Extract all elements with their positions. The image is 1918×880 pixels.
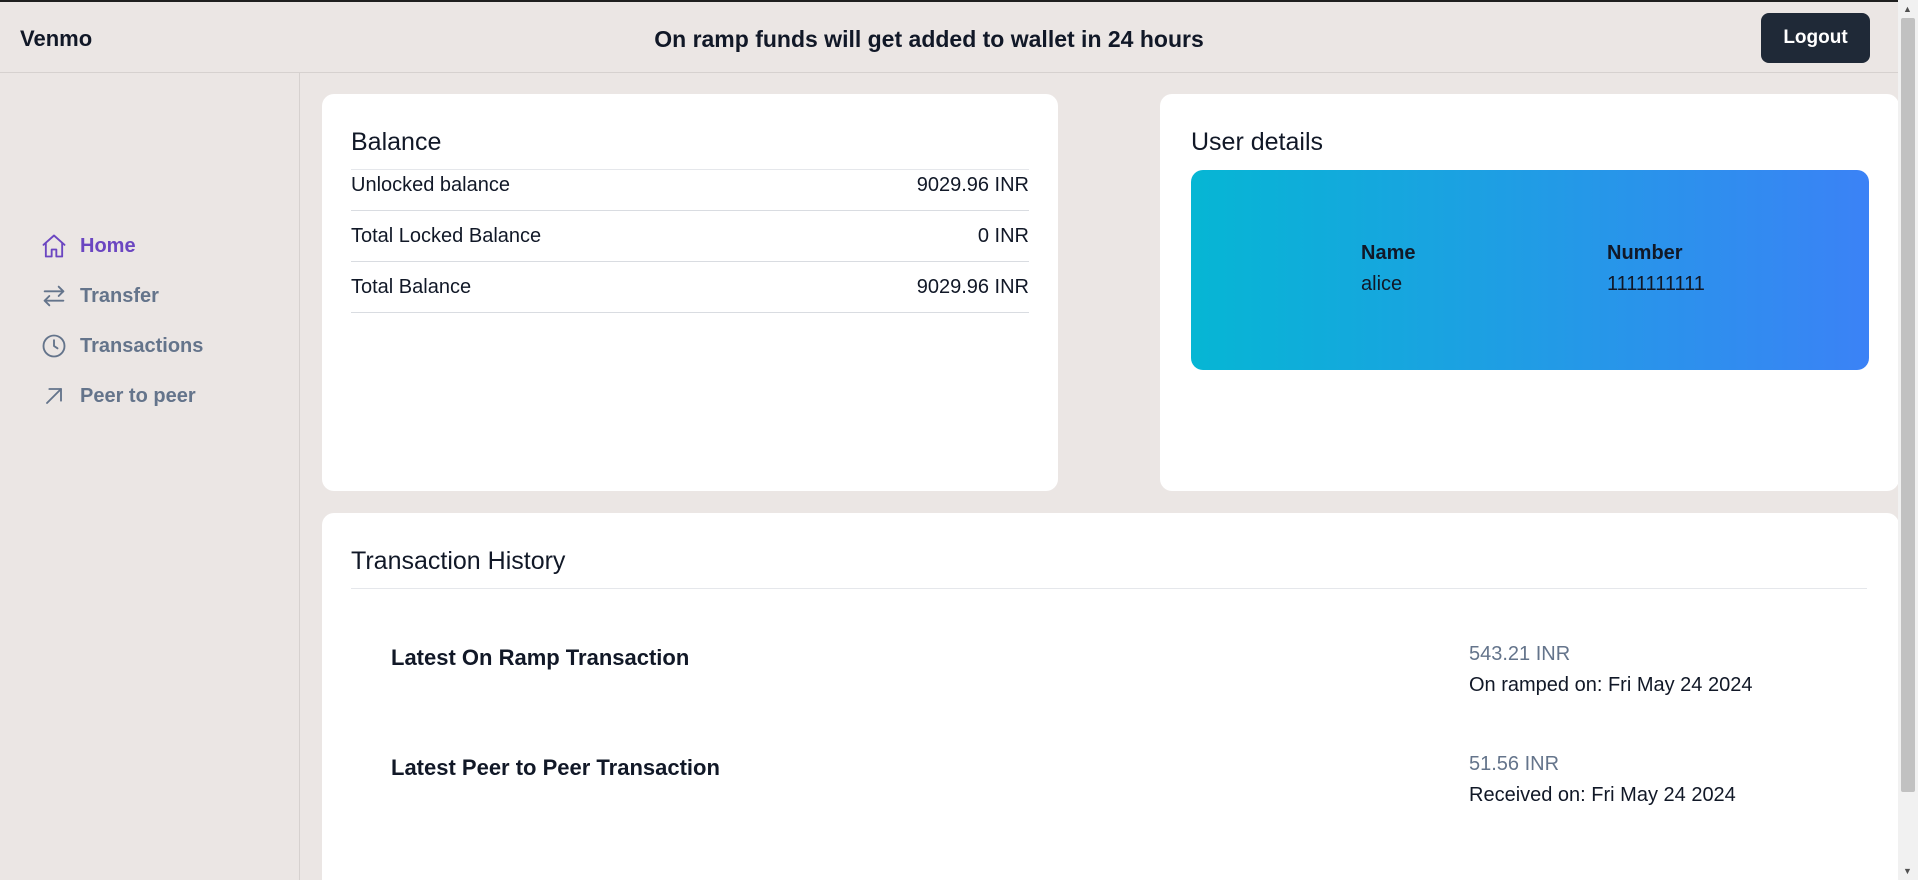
clock-icon: [42, 334, 66, 358]
top-bar: Venmo On ramp funds will get added to wa…: [0, 0, 1898, 73]
announcement-banner: On ramp funds will get added to wallet i…: [654, 26, 1204, 52]
number-header: Number: [1607, 242, 1683, 264]
balance-label: Total Locked Balance: [351, 224, 542, 247]
transaction-date: Received on: Fri May 24 2024: [1469, 784, 1736, 806]
on-ramp-transaction-label: Latest On Ramp Transaction: [391, 645, 690, 670]
user-details-title: User details: [1191, 128, 1323, 156]
balance-value: 9029.96 INR: [916, 174, 1029, 196]
sidebar-item-label: Transfer: [80, 284, 159, 307]
sidebar-item-peer-to-peer[interactable]: Peer to peer: [40, 371, 203, 421]
scroll-up-icon[interactable]: ▲: [1903, 4, 1912, 14]
sidebar-item-label: Home: [80, 234, 136, 257]
name-value: alice: [1361, 273, 1403, 295]
balance-row-unlocked: Unlocked balance 9029.96 INR: [351, 170, 1029, 211]
arrow-up-right-icon: [46, 388, 62, 404]
transaction-history-title: Transaction History: [351, 547, 566, 575]
balance-row-locked: Total Locked Balance 0 INR: [351, 211, 1029, 262]
transaction-date: On ramped on: Fri May 24 2024: [1469, 674, 1753, 696]
user-details-panel: Name alice Number 1111111111: [1191, 170, 1869, 370]
balance-value: 9029.96 INR: [916, 275, 1029, 298]
balance-label: Total Balance: [351, 275, 472, 298]
sidebar-item-label: Peer to peer: [80, 384, 196, 407]
transaction-amount: 51.56 INR: [1469, 753, 1560, 775]
name-header: Name: [1361, 242, 1416, 264]
sidebar-item-transactions[interactable]: Transactions: [40, 321, 203, 371]
sidebar-item-transfer[interactable]: Transfer: [40, 271, 203, 321]
transfer-icon: [43, 285, 65, 307]
vertical-scrollbar[interactable]: ▲ ▼: [1898, 0, 1918, 880]
number-column: Number 1111111111: [1607, 242, 1705, 296]
balance-title: Balance: [351, 128, 442, 156]
scroll-down-icon[interactable]: ▼: [1903, 866, 1912, 876]
user-details-card: User details Name alice Number 111111111…: [1160, 94, 1899, 491]
balance-label: Unlocked balance: [351, 174, 510, 196]
logout-button[interactable]: Logout: [1761, 13, 1870, 63]
divider: [351, 588, 1867, 589]
sidebar-nav: Home Transfer Transactions Peer to peer: [40, 221, 203, 421]
sidebar-item-home[interactable]: Home: [40, 221, 203, 271]
scrollbar-thumb[interactable]: [1901, 18, 1915, 792]
home-icon: [42, 234, 66, 258]
balance-card: Balance Unlocked balance 9029.96 INR Tot…: [322, 94, 1058, 491]
sidebar: Home Transfer Transactions Peer to peer: [0, 73, 300, 880]
peer-transaction-details: 51.56 INR Received on: Fri May 24 2024: [1469, 753, 1736, 807]
balance-rows: Unlocked balance 9029.96 INR Total Locke…: [351, 169, 1029, 313]
name-column: Name alice: [1361, 242, 1415, 296]
sidebar-item-label: Transactions: [80, 334, 204, 357]
balance-row-total: Total Balance 9029.96 INR: [351, 262, 1029, 313]
balance-value: 0 INR: [977, 224, 1029, 247]
transaction-history-card: Transaction History Latest On Ramp Trans…: [322, 513, 1899, 880]
transaction-amount: 543.21 INR: [1469, 643, 1571, 665]
number-value: 1111111111: [1607, 273, 1705, 295]
on-ramp-transaction-details: 543.21 INR On ramped on: Fri May 24 2024: [1469, 643, 1752, 697]
peer-transaction-label: Latest Peer to Peer Transaction: [391, 755, 720, 780]
